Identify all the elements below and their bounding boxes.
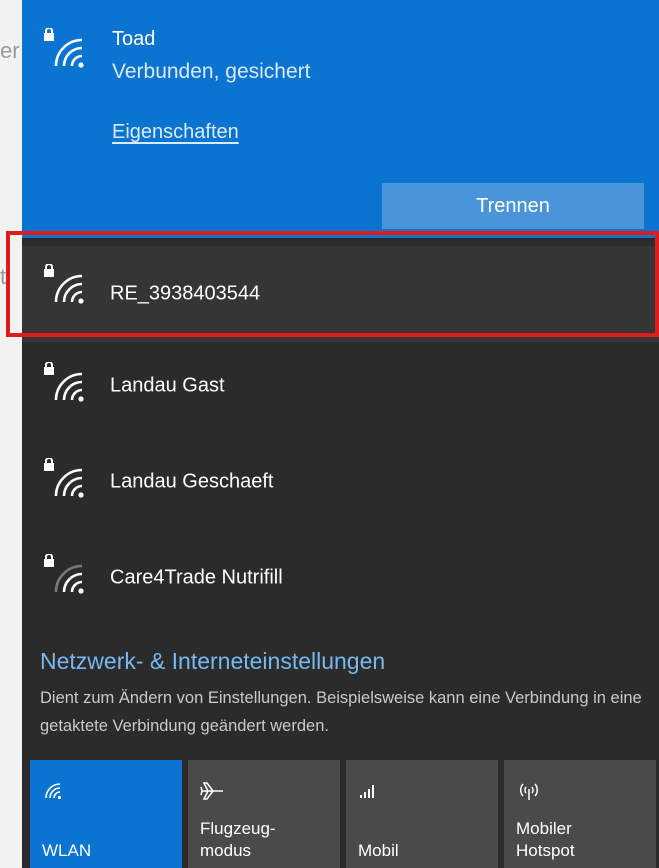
network-item-care4trade-nutrifill[interactable]: Care4Trade Nutrifill [22, 530, 659, 626]
secured-wifi-icon [44, 458, 84, 498]
network-name: Landau Geschaeft [110, 470, 274, 493]
quick-action-tiles: WLAN Flugzeug- modus Mobil Mobiler Hotsp… [30, 760, 659, 868]
background-text: er [0, 38, 20, 63]
secured-wifi-icon [44, 28, 84, 68]
airplane-mode-toggle[interactable]: Flugzeug- modus [188, 760, 340, 868]
network-item-landau-geschaeft[interactable]: Landau Geschaeft [22, 434, 659, 530]
cellular-signal-icon [360, 785, 374, 798]
hotspot-icon [519, 783, 539, 800]
mobile-toggle[interactable]: Mobil [346, 760, 498, 868]
network-settings-description: Dient zum Ändern von Einstellungen. Beis… [40, 689, 642, 735]
airplane-icon [200, 782, 223, 800]
wlan-toggle[interactable]: WLAN [30, 760, 182, 868]
disconnect-button[interactable]: Trennen [382, 183, 644, 229]
network-flyout: Toad Verbunden, gesichert Eigenschaften … [22, 0, 659, 868]
wifi-icon [45, 783, 62, 800]
tile-label: Mobil [358, 841, 399, 860]
connected-network-name: Toad [112, 28, 156, 50]
network-settings-link[interactable]: Netzwerk- & Interneteinstellungen [40, 648, 385, 675]
selection-highlight [6, 231, 659, 337]
secured-wifi-icon [44, 362, 84, 402]
secured-wifi-weak-icon [44, 554, 84, 594]
network-item-landau-gast[interactable]: Landau Gast [22, 338, 659, 434]
connected-network-card[interactable]: Toad Verbunden, gesichert Eigenschaften … [22, 0, 659, 238]
network-name: Care4Trade Nutrifill [110, 566, 283, 589]
connected-network-status: Verbunden, gesichert [112, 60, 311, 83]
tile-label: Flugzeug- modus [200, 819, 276, 860]
mobile-hotspot-toggle[interactable]: Mobiler Hotspot [504, 760, 656, 868]
tile-label: WLAN [42, 841, 92, 860]
properties-link[interactable]: Eigenschaften [112, 121, 239, 144]
tile-label: Mobiler Hotspot [516, 819, 575, 860]
network-name: Landau Gast [110, 374, 225, 397]
